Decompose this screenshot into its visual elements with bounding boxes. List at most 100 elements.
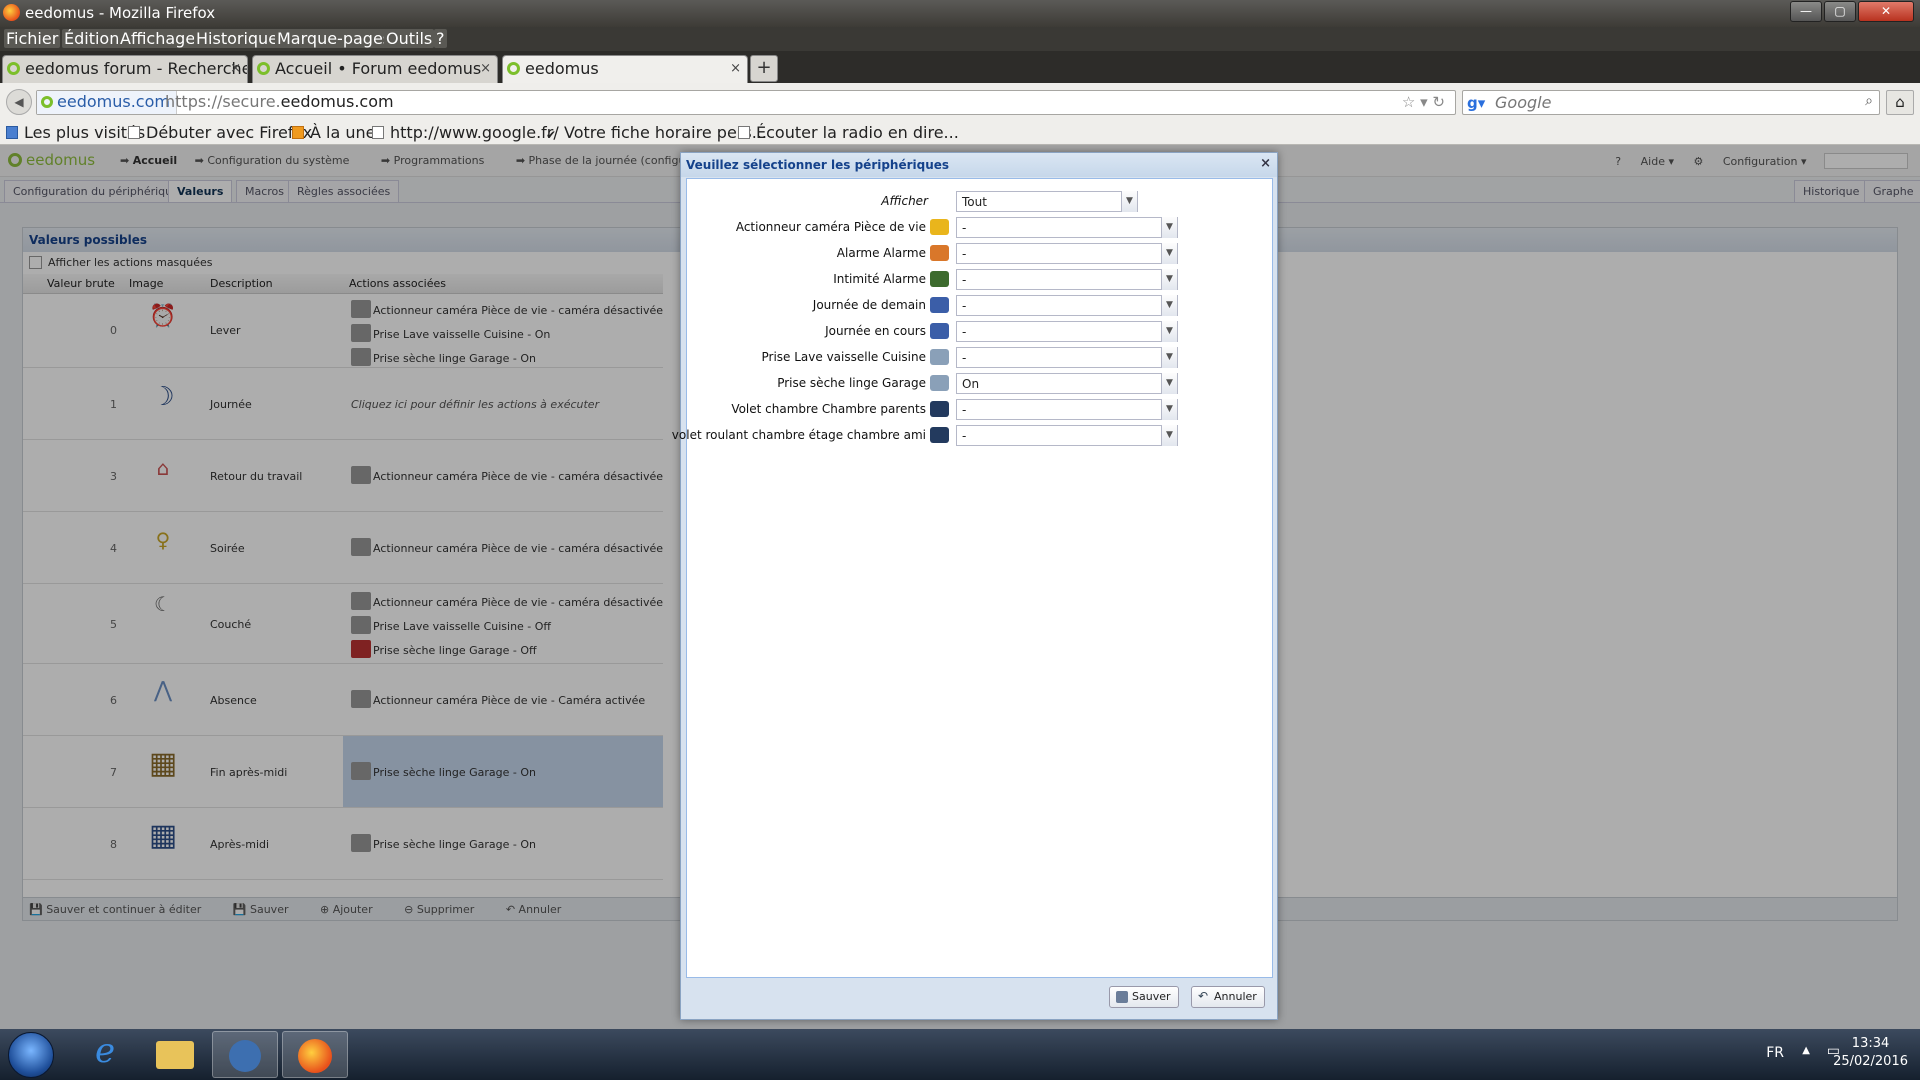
menu-fichier[interactable]: Fichier [4, 29, 61, 48]
device-field-row: Intimité Alarme - ▼ [687, 266, 1274, 292]
moon-icon [930, 323, 949, 339]
chevron-down-icon[interactable]: ▼ [1161, 243, 1177, 264]
device-label: Journée de demain [812, 298, 926, 312]
menu-marque-pages[interactable]: Marque-pages [275, 29, 394, 48]
bookmark-radio[interactable]: Écouter la radio en dire... [738, 123, 959, 142]
device-select-dialog: Veuillez sélectionner les périphériques … [672, 152, 1278, 1020]
clock-date: 25/02/2016 [1833, 1054, 1908, 1069]
close-tab-icon[interactable]: × [230, 56, 241, 82]
tab-forum-search[interactable]: eedomus forum - Recherche ... × [2, 55, 248, 83]
dialog-save-button[interactable]: Sauver [1109, 986, 1179, 1008]
filter-select[interactable]: Tout ▼ [956, 191, 1138, 212]
tray-expand-icon[interactable]: ▲ [1802, 1045, 1810, 1056]
favicon-icon [507, 62, 520, 75]
window-title: eedomus - Mozilla Firefox [25, 4, 216, 22]
close-dialog-icon[interactable]: × [1260, 156, 1271, 171]
menu-historique[interactable]: Historique [194, 29, 281, 48]
site-identity-label: eedomus.com [57, 92, 170, 111]
tab-label: Accueil • Forum eedomus [275, 59, 482, 78]
favicon-icon [257, 62, 270, 75]
chevron-down-icon[interactable]: ▼ [1121, 191, 1137, 212]
app-icon[interactable] [212, 1031, 278, 1078]
url-text[interactable]: https://secure.eedomus.com [165, 92, 394, 111]
menu-bar: Fichier Édition Affichage Historique Mar… [0, 27, 1920, 51]
device-value-select[interactable]: - ▼ [956, 269, 1178, 290]
bookmark-label: À la une [310, 123, 376, 142]
google-icon[interactable]: g▾ [1467, 94, 1485, 112]
menu-outils[interactable]: Outils [384, 29, 435, 48]
back-button[interactable]: ◀ [6, 89, 32, 115]
moon-icon [930, 297, 949, 313]
device-value-select[interactable]: - ▼ [956, 243, 1178, 264]
bookmark-star-icon[interactable]: ☆ [1402, 93, 1415, 111]
start-button[interactable] [8, 1032, 54, 1078]
menu-help[interactable]: ? [434, 29, 447, 48]
device-value: - [962, 325, 967, 339]
bookmark-google[interactable]: http://www.google.fr/ [372, 123, 559, 142]
device-label: Prise sèche linge Garage [777, 376, 926, 390]
button-label: Annuler [1214, 990, 1257, 1003]
chevron-down-icon[interactable]: ▼ [1161, 347, 1177, 368]
shutter-icon [930, 401, 949, 417]
device-value-select[interactable]: - ▼ [956, 321, 1178, 342]
url-dropdown-icon[interactable]: ▾ [1420, 93, 1428, 111]
page-icon [738, 126, 750, 139]
chevron-down-icon[interactable]: ▼ [1161, 217, 1177, 238]
file-explorer-icon[interactable] [142, 1031, 208, 1078]
check-icon: ✔ [546, 128, 557, 142]
device-label: volet roulant chambre étage chambre ami [671, 428, 926, 442]
device-value-select[interactable]: - ▼ [956, 425, 1178, 446]
firefox-icon [3, 4, 20, 21]
internet-explorer-icon[interactable]: e [72, 1031, 138, 1078]
window-titlebar: eedomus - Mozilla Firefox — ▢ ✕ [0, 0, 1920, 27]
maximize-button[interactable]: ▢ [1824, 1, 1856, 22]
device-value: - [962, 351, 967, 365]
minimize-button[interactable]: — [1790, 1, 1822, 22]
close-tab-icon[interactable]: × [730, 56, 741, 82]
device-field-row: Actionneur caméra Pièce de vie - ▼ [687, 214, 1274, 240]
house-alarm-icon [930, 245, 949, 261]
new-tab-button[interactable]: + [750, 55, 778, 82]
chevron-down-icon[interactable]: ▼ [1161, 269, 1177, 290]
chevron-down-icon[interactable]: ▼ [1161, 425, 1177, 446]
home-button[interactable]: ⌂ [1886, 90, 1914, 115]
favicon-icon [7, 62, 20, 75]
language-indicator[interactable]: FR [1766, 1045, 1784, 1061]
device-value-select[interactable]: - ▼ [956, 295, 1178, 316]
url-bar[interactable]: eedomus.com https://secure.eedomus.com ☆… [36, 90, 1456, 115]
menu-affichage[interactable]: Affichage [118, 29, 198, 48]
close-tab-icon[interactable]: × [480, 56, 491, 82]
bookmark-label: Votre fiche horaire pers... [564, 123, 767, 142]
bookmark-most-visited[interactable]: Les plus visités [6, 123, 145, 142]
device-value-select[interactable]: - ▼ [956, 399, 1178, 420]
dialog-cancel-button[interactable]: ↶ Annuler [1191, 986, 1265, 1008]
chevron-down-icon[interactable]: ▼ [1161, 295, 1177, 316]
tab-eedomus[interactable]: eedomus × [502, 55, 748, 83]
chevron-down-icon[interactable]: ▼ [1161, 373, 1177, 394]
tab-forum-home[interactable]: Accueil • Forum eedomus × [252, 55, 498, 83]
menu-edition[interactable]: Édition [62, 29, 122, 48]
device-label: Intimité Alarme [833, 272, 926, 286]
search-icon[interactable]: ⌕ [1865, 93, 1873, 109]
reload-icon[interactable]: ↻ [1432, 93, 1445, 111]
floppy-icon [1116, 991, 1128, 1003]
device-value-select[interactable]: On ▼ [956, 373, 1178, 394]
search-box[interactable]: g▾ Google ⌕ [1462, 90, 1880, 115]
bookmark-label: Débuter avec Firefox [146, 123, 313, 142]
device-label: Alarme Alarme [836, 246, 926, 260]
page-icon [372, 126, 384, 139]
chevron-down-icon[interactable]: ▼ [1161, 321, 1177, 342]
device-value-select[interactable]: - ▼ [956, 217, 1178, 238]
close-window-button[interactable]: ✕ [1858, 1, 1914, 22]
bookmark-getting-started[interactable]: Débuter avec Firefox [128, 123, 312, 142]
device-value-select[interactable]: - ▼ [956, 347, 1178, 368]
clock[interactable]: 13:34 25/02/2016 [1833, 1035, 1908, 1071]
search-placeholder: Google [1495, 93, 1552, 112]
chevron-down-icon[interactable]: ▼ [1161, 399, 1177, 420]
bookmark-fiche-horaire[interactable]: ✔ Votre fiche horaire pers... [546, 123, 767, 142]
eye-check-icon [930, 271, 949, 287]
site-identity[interactable]: eedomus.com [37, 91, 177, 114]
firefox-taskbar-icon[interactable] [282, 1031, 348, 1078]
bookmark-headlines[interactable]: À la une [292, 123, 376, 142]
device-label: Actionneur caméra Pièce de vie [735, 220, 926, 234]
